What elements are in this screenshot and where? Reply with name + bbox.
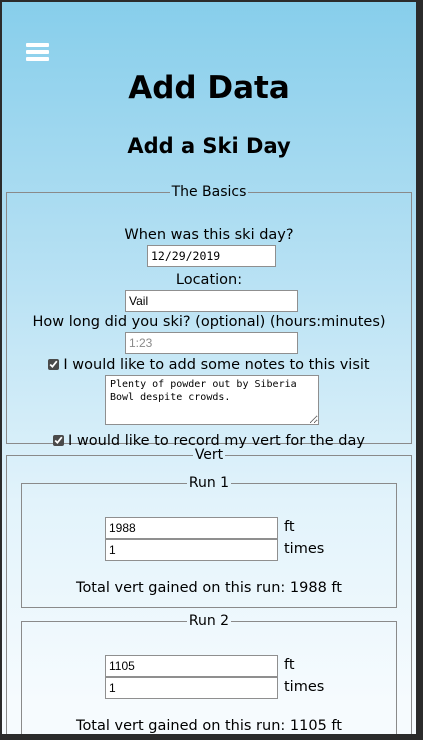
page-subtitle: Add a Ski Day xyxy=(127,134,291,158)
duration-label: How long did you ski? (optional) (hours:… xyxy=(32,314,386,330)
run-2-total-text: Total vert gained on this run: 1105 ft xyxy=(76,718,342,734)
location-label: Location: xyxy=(175,272,243,288)
run-1-times-unit: times xyxy=(284,541,325,557)
run-1-total-text: Total vert gained on this run: 1988 ft xyxy=(76,580,342,596)
run-1-times-input[interactable] xyxy=(105,539,278,561)
notes-checkbox-label: I would like to add some notes to this v… xyxy=(63,357,370,373)
basics-fieldset: The Basics When was this ski day? Locati… xyxy=(6,183,412,449)
run-2-legend: Run 2 xyxy=(188,613,230,629)
menu-bar-middle xyxy=(26,50,49,54)
run-1-fieldset: Run 1 ft times Total vert gained on this… xyxy=(21,474,397,608)
page-title: Add Data xyxy=(128,70,290,106)
date-input[interactable] xyxy=(147,245,276,267)
location-input[interactable] xyxy=(125,290,298,312)
vert-checkbox[interactable] xyxy=(53,435,65,446)
notes-checkbox[interactable] xyxy=(48,359,60,370)
vert-legend: Vert xyxy=(194,447,224,463)
menu-bar-bottom xyxy=(26,57,49,61)
app-screen: Add Data Add a Ski Day The Basics When w… xyxy=(2,2,416,734)
run-2-vert-unit: ft xyxy=(284,657,295,673)
run-2-vert-input[interactable] xyxy=(105,655,278,677)
run-2-times-input[interactable] xyxy=(105,677,278,699)
duration-input[interactable] xyxy=(125,332,298,354)
notes-checkbox-row: I would like to add some notes to this v… xyxy=(7,356,411,374)
date-label: When was this ski day? xyxy=(124,227,294,243)
run-1-legend: Run 1 xyxy=(188,475,230,491)
notes-textarea[interactable]: Plenty of powder out by Siberia Bowl des… xyxy=(105,375,319,425)
run-1-vert-unit: ft xyxy=(284,519,295,535)
basics-legend: The Basics xyxy=(171,184,247,200)
run-2-times-unit: times xyxy=(284,679,325,695)
run-2-fieldset: Run 2 ft times Total vert gained on this… xyxy=(21,612,397,734)
run-1-vert-input[interactable] xyxy=(105,517,278,539)
menu-bar-top xyxy=(26,43,49,47)
hamburger-menu-icon[interactable] xyxy=(26,41,49,63)
